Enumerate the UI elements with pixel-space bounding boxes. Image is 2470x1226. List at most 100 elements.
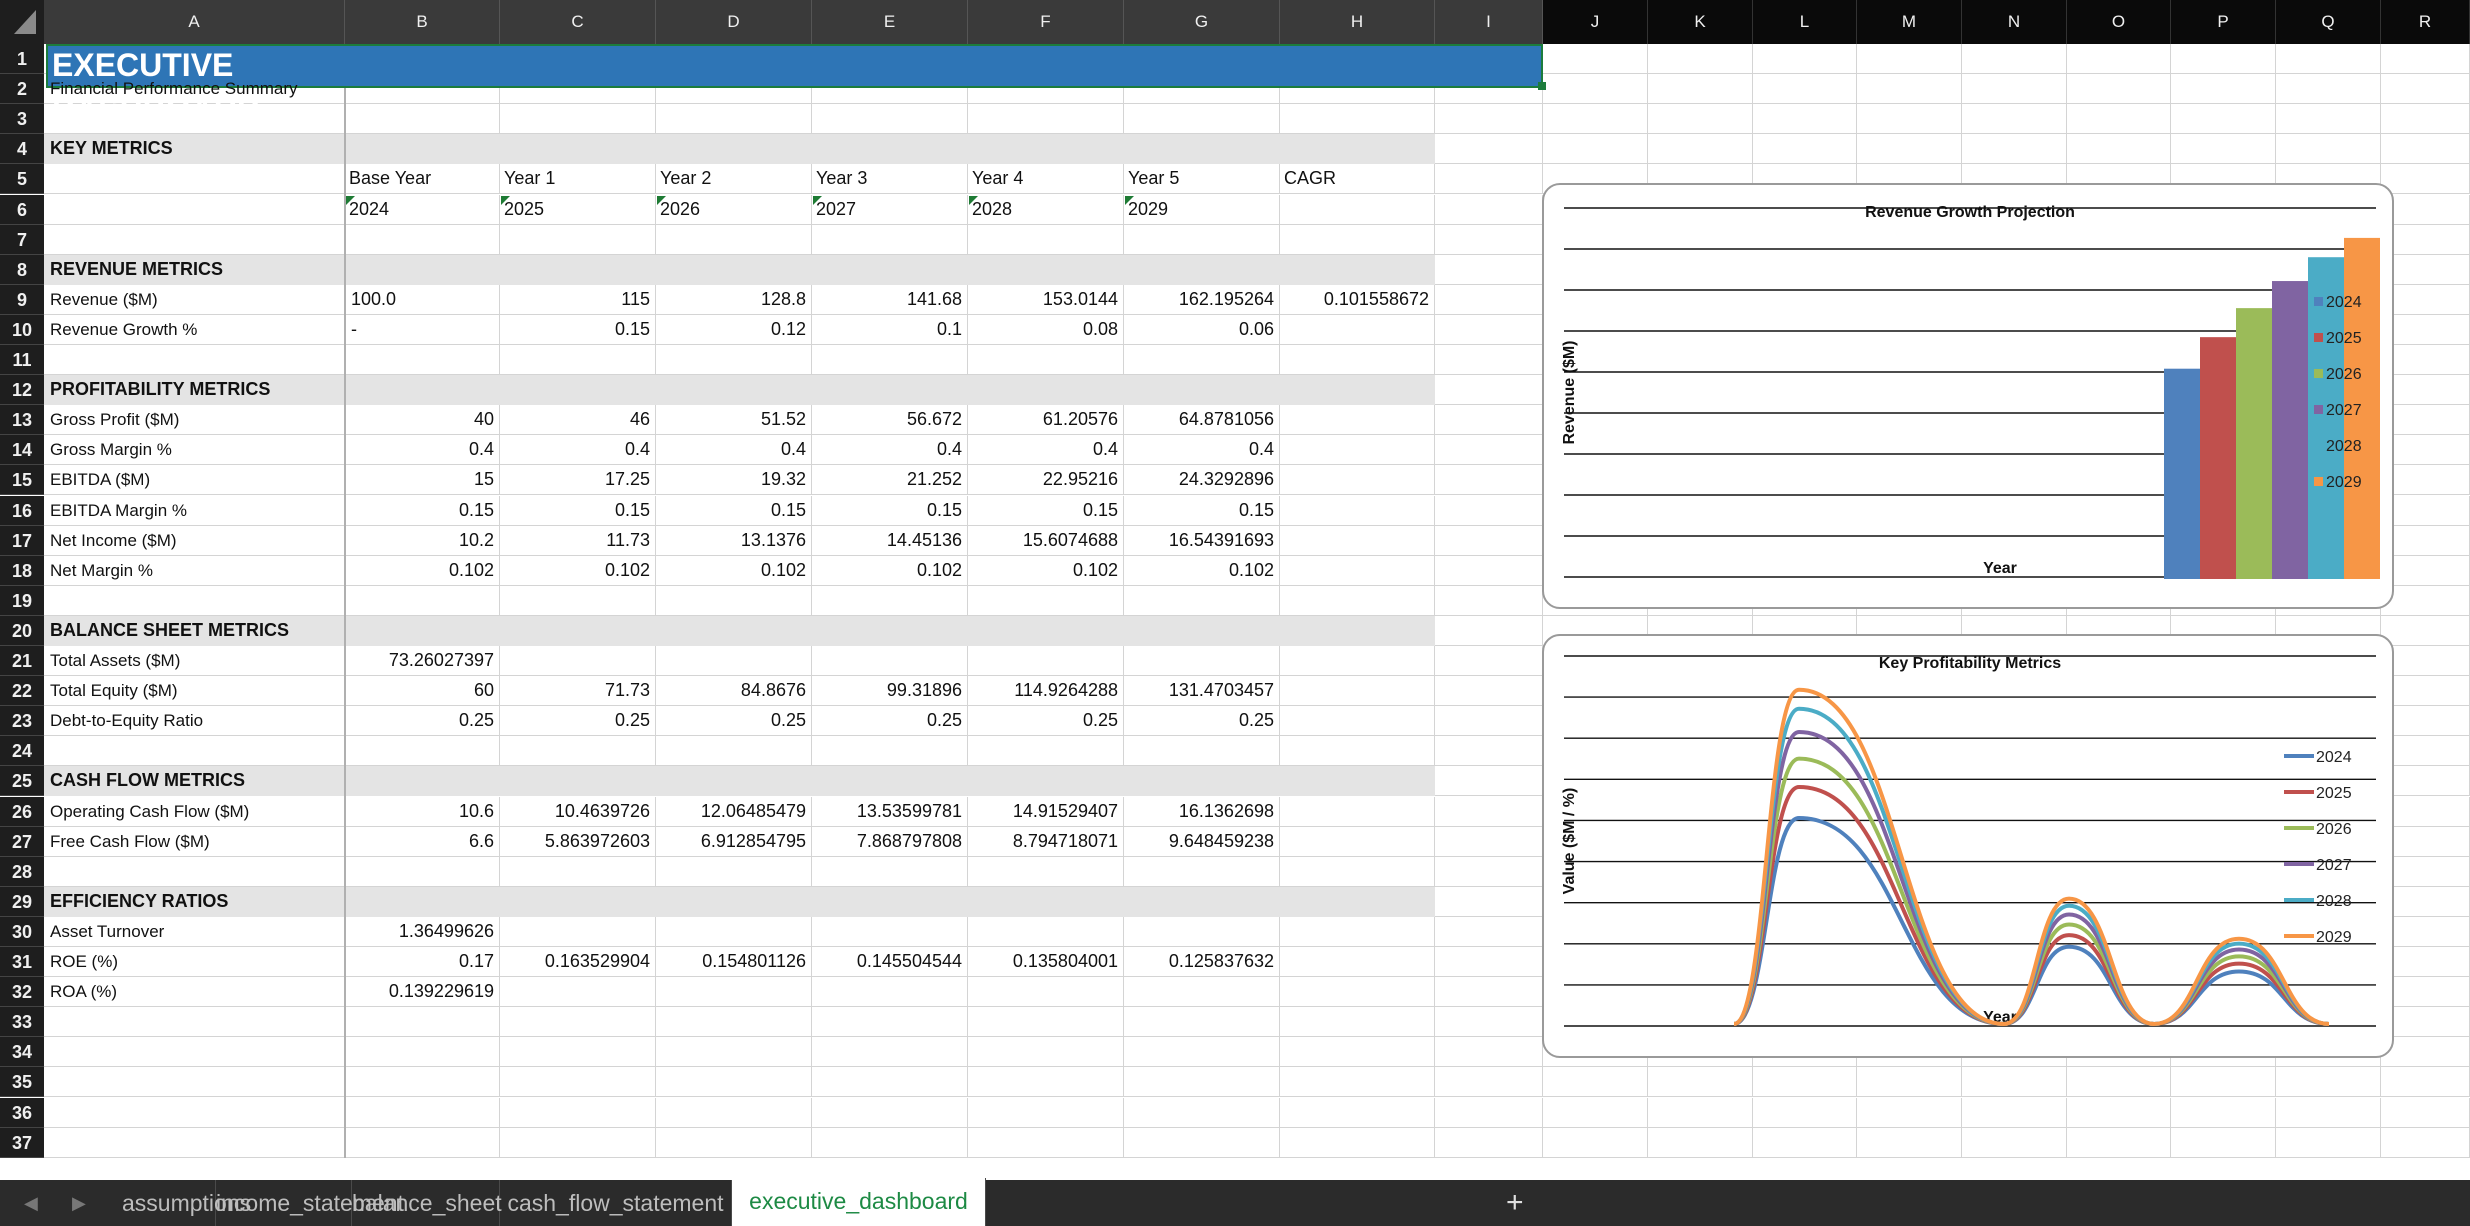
grid-cell[interactable] <box>1857 1127 1962 1158</box>
value-cell[interactable]: 0.163529904 <box>500 947 656 977</box>
grid-cell[interactable] <box>1962 134 2067 165</box>
grid-cell[interactable] <box>2276 1067 2381 1098</box>
value-cell[interactable]: 12.06485479 <box>656 797 812 827</box>
grid-cell[interactable] <box>2381 224 2470 255</box>
value-cell[interactable]: 0.25 <box>345 706 500 736</box>
value-cell[interactable]: 0.135804001 <box>968 947 1124 977</box>
value-cell[interactable]: 11.73 <box>500 526 656 556</box>
grid-cell[interactable] <box>1435 194 1543 225</box>
grid-cell[interactable] <box>1280 977 1435 1008</box>
grid-cell[interactable] <box>1280 1037 1435 1068</box>
grid-cell[interactable] <box>812 1007 968 1038</box>
value-cell[interactable]: 21.252 <box>812 465 968 495</box>
grid-cell[interactable] <box>500 585 656 616</box>
grid-cell[interactable] <box>500 736 656 767</box>
grid-cell[interactable] <box>2381 104 2470 135</box>
grid-cell[interactable] <box>2276 1097 2381 1128</box>
sheet-tab-balance-sheet[interactable]: balance_sheet <box>352 1180 502 1226</box>
grid-cell[interactable] <box>1648 104 1753 135</box>
grid-cell[interactable] <box>2381 766 2470 797</box>
grid-cell[interactable] <box>2276 134 2381 165</box>
grid-cell[interactable] <box>1543 1097 1648 1128</box>
grid-cell[interactable] <box>1435 134 1543 165</box>
grid-cell[interactable] <box>44 585 345 616</box>
row-header-37[interactable]: 37 <box>0 1127 44 1158</box>
row-header-30[interactable]: 30 <box>0 916 44 947</box>
grid-cell[interactable] <box>2381 856 2470 887</box>
grid-cell[interactable] <box>1280 104 1435 135</box>
grid-cell[interactable] <box>2381 1067 2470 1098</box>
value-cell[interactable]: 128.8 <box>656 285 812 315</box>
grid-cell[interactable] <box>1753 74 1857 105</box>
grid-cell[interactable] <box>2381 345 2470 375</box>
grid-cell[interactable] <box>2171 74 2276 105</box>
row-header-35[interactable]: 35 <box>0 1067 44 1098</box>
grid-cell[interactable] <box>1435 916 1543 947</box>
grid-cell[interactable] <box>1543 1127 1648 1158</box>
grid-cell[interactable] <box>968 1037 1124 1068</box>
value-cell[interactable]: 61.20576 <box>968 405 1124 435</box>
value-cell[interactable]: 13.1376 <box>656 526 812 556</box>
grid-cell[interactable] <box>2381 405 2470 436</box>
grid-cell[interactable] <box>968 585 1124 616</box>
grid-cell[interactable] <box>968 345 1124 375</box>
grid-cell[interactable] <box>2381 916 2470 947</box>
value-cell[interactable]: 51.52 <box>656 405 812 435</box>
column-header-a[interactable]: A <box>44 0 345 44</box>
grid-cell[interactable] <box>2381 375 2470 406</box>
grid-cell[interactable] <box>44 1097 345 1128</box>
grid-cell[interactable] <box>1124 1067 1280 1098</box>
grid-cell[interactable] <box>1962 1127 2067 1158</box>
grid-cell[interactable] <box>1435 495 1543 526</box>
row-header-33[interactable]: 33 <box>0 1007 44 1038</box>
grid-cell[interactable] <box>968 1067 1124 1098</box>
value-cell[interactable]: 40 <box>345 405 500 435</box>
grid-cell[interactable] <box>656 224 812 255</box>
grid-cell[interactable] <box>1280 796 1435 827</box>
row-header-13[interactable]: 13 <box>0 405 44 436</box>
grid-cell[interactable] <box>1435 615 1543 646</box>
grid-cell[interactable] <box>500 646 656 676</box>
column-header-e[interactable]: E <box>812 0 968 44</box>
grid-cell[interactable] <box>345 856 500 887</box>
grid-cell[interactable] <box>968 916 1124 947</box>
grid-cell[interactable] <box>1857 134 1962 165</box>
grid-cell[interactable] <box>1280 1097 1435 1128</box>
row-header-15[interactable]: 15 <box>0 465 44 496</box>
grid-cell[interactable] <box>656 1037 812 1068</box>
grid-cell[interactable] <box>1435 104 1543 135</box>
grid-cell[interactable] <box>2381 736 2470 767</box>
grid-cell[interactable] <box>1124 736 1280 767</box>
row-header-24[interactable]: 24 <box>0 736 44 767</box>
grid-cell[interactable] <box>44 224 345 255</box>
value-cell[interactable]: 0.15 <box>500 315 656 345</box>
grid-cell[interactable] <box>345 1007 500 1038</box>
value-cell[interactable]: 0.102 <box>500 556 656 586</box>
value-cell[interactable]: 60 <box>345 676 500 706</box>
grid-cell[interactable] <box>1435 796 1543 827</box>
grid-cell[interactable] <box>2381 615 2470 646</box>
value-cell[interactable]: 10.4639726 <box>500 797 656 827</box>
value-cell[interactable]: 0.4 <box>812 435 968 465</box>
column-header-l[interactable]: L <box>1753 0 1857 44</box>
grid-cell[interactable] <box>2171 1097 2276 1128</box>
sheet-tab-assumptions[interactable]: assumptions <box>122 1180 251 1226</box>
grid-cell[interactable] <box>44 345 345 375</box>
grid-cell[interactable] <box>1280 405 1435 436</box>
grid-cell[interactable] <box>968 856 1124 887</box>
grid-cell[interactable] <box>812 916 968 947</box>
row-header-6[interactable]: 6 <box>0 194 44 225</box>
value-cell[interactable]: 0.102 <box>1124 556 1280 586</box>
value-cell[interactable]: 16.1362698 <box>1124 797 1280 827</box>
value-cell[interactable]: 0.102 <box>345 556 500 586</box>
value-cell[interactable]: 0.102 <box>656 556 812 586</box>
prev-sheet-icon[interactable]: ◀ <box>24 1180 38 1226</box>
grid-cell[interactable] <box>1435 766 1543 797</box>
grid-cell[interactable] <box>1435 1007 1543 1038</box>
sheet-tab-executive-dashboard[interactable]: executive_dashboard <box>732 1178 986 1226</box>
grid-cell[interactable] <box>2381 314 2470 345</box>
value-cell[interactable]: 0.25 <box>500 706 656 736</box>
grid-cell[interactable] <box>500 1097 656 1128</box>
profitability-chart[interactable]: Key Profitability Metrics Value ($M / %) Y… <box>1542 634 2394 1058</box>
value-cell[interactable]: 0.125837632 <box>1124 947 1280 977</box>
